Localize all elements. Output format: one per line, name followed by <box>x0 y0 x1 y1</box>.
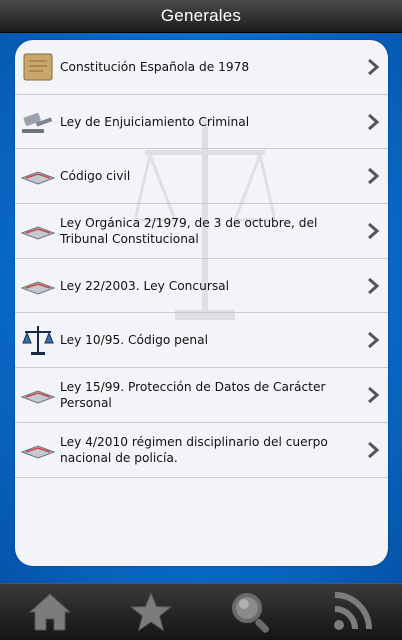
tab-search[interactable] <box>221 587 281 637</box>
book-icon <box>19 378 57 412</box>
home-icon <box>28 593 72 631</box>
chevron-right-icon <box>368 113 379 130</box>
list-item-label: Ley Orgánica 2/1979, de 3 de octubre, de… <box>60 215 318 246</box>
tab-favorites[interactable] <box>121 587 181 637</box>
chevron-right-icon <box>368 386 379 403</box>
title-bar: Generales <box>0 0 402 33</box>
list-item[interactable]: Ley 15/99. Protección de Datos de Caráct… <box>15 368 388 423</box>
list-item-label: Ley 22/2003. Ley Concursal <box>60 278 230 293</box>
list-item[interactable]: Código civil <box>15 149 388 205</box>
chevron-right-icon <box>368 58 379 75</box>
list-item-label: Código civil <box>60 169 131 184</box>
list-item-label: Ley 10/95. Código penal <box>60 333 208 348</box>
parchment-icon <box>19 50 57 84</box>
list-item[interactable]: Ley de Enjuiciamiento Criminal <box>15 95 388 150</box>
tab-home[interactable] <box>20 587 80 637</box>
gavel-icon <box>19 105 57 139</box>
search-icon <box>232 593 270 633</box>
book-icon <box>19 159 57 193</box>
page-title: Generales <box>160 6 242 25</box>
book-icon <box>19 269 57 303</box>
book-icon <box>19 214 57 248</box>
list-item[interactable]: Ley 10/95. Código penal <box>15 313 388 369</box>
star-icon <box>129 591 173 632</box>
book-icon <box>19 433 57 467</box>
scales-icon <box>19 323 57 357</box>
law-list: Constitución Española de 1978 Ley de Enj… <box>15 40 388 566</box>
list-item-label: Constitución Española de 1978 <box>60 59 250 74</box>
list-item-label: Ley de Enjuiciamiento Criminal <box>60 114 250 129</box>
list-item[interactable]: Ley Orgánica 2/1979, de 3 de octubre, de… <box>15 204 388 259</box>
chevron-right-icon <box>368 222 379 239</box>
tab-bar <box>0 583 402 640</box>
list-item[interactable]: Ley 4/2010 régimen disciplinario del cue… <box>15 423 388 478</box>
chevron-right-icon <box>368 441 379 458</box>
list-item-label: Ley 4/2010 régimen disciplinario del cue… <box>60 434 328 465</box>
tab-rss[interactable] <box>322 587 382 637</box>
rss-icon <box>333 592 372 630</box>
list-item-label: Ley 15/99. Protección de Datos de Caráct… <box>60 379 326 410</box>
list-item[interactable]: Ley 22/2003. Ley Concursal <box>15 259 388 314</box>
chevron-right-icon <box>368 332 379 349</box>
chevron-right-icon <box>368 277 379 294</box>
list-item[interactable]: Constitución Española de 1978 <box>15 40 388 95</box>
chevron-right-icon <box>368 168 379 185</box>
